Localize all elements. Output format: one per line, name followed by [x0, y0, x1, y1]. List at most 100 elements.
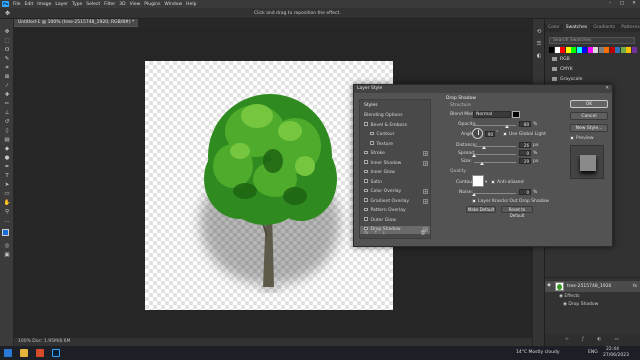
gradient-tool-icon[interactable]: ▤ [3, 137, 11, 144]
style-checkbox[interactable] [364, 160, 368, 164]
layer-effect-drop-shadow[interactable]: ◉ Drop Shadow [563, 302, 598, 307]
style-item[interactable]: Blending Options [360, 112, 430, 120]
eraser-tool-icon[interactable]: ◊ [3, 128, 11, 135]
size-slider-handle[interactable] [480, 162, 484, 165]
color-swatch[interactable] [604, 47, 609, 53]
document-tab[interactable]: Untitled-1 @ 100% (tree-2515748_1920, RG… [14, 19, 139, 27]
properties-panel-icon[interactable]: ☰ [535, 41, 543, 48]
color-swatch[interactable] [598, 47, 604, 53]
add-effect-icon[interactable]: + [423, 151, 428, 156]
color-swatch[interactable] [587, 47, 593, 53]
style-item[interactable]: Outer Glow [360, 217, 430, 225]
swatch-folder-grayscale[interactable]: Grayscale [547, 76, 637, 84]
style-checkbox[interactable] [364, 207, 368, 212]
close-icon[interactable]: ✕ [628, 0, 640, 8]
noise-field[interactable]: 0 [519, 189, 531, 195]
blend-mode-select[interactable]: Normal [473, 111, 511, 118]
style-item[interactable]: Color Overlay + [360, 188, 430, 196]
menu-edit[interactable]: Edit [25, 2, 34, 7]
style-item[interactable]: Contour [360, 131, 430, 139]
noise-slider-handle[interactable] [472, 193, 476, 196]
knockout-checkbox[interactable] [472, 199, 476, 203]
frame-tool-icon[interactable]: ⊠ [3, 74, 11, 81]
weather-text[interactable]: 14°C Mostly cloudy [516, 350, 560, 355]
color-swatch[interactable] [615, 47, 620, 53]
blur-tool-icon[interactable]: ◆ [3, 146, 11, 153]
add-effect-icon[interactable]: + [423, 198, 428, 204]
move-tool-icon[interactable]: ✥ [3, 29, 11, 36]
clock-date[interactable]: 27/06/2023 [603, 353, 629, 358]
style-checkbox[interactable] [364, 188, 368, 193]
color-swatch[interactable] [609, 47, 615, 53]
healing-tool-icon[interactable]: ✚ [3, 92, 11, 99]
move-tool-icon[interactable]: ✥ [5, 10, 10, 17]
color-swatch[interactable] [576, 47, 582, 53]
fx-menu-button[interactable]: fx [364, 231, 368, 236]
tab-patterns[interactable]: Patterns [618, 24, 640, 32]
brush-tool-icon[interactable]: ✏ [3, 101, 11, 108]
menu-view[interactable]: View [130, 2, 141, 7]
language-indicator[interactable]: ENG [588, 350, 598, 355]
minimize-icon[interactable]: – [604, 0, 616, 8]
distance-slider[interactable] [474, 146, 516, 147]
file-explorer-icon[interactable] [20, 349, 28, 357]
style-item[interactable]: Stroke + [360, 150, 430, 158]
swatch-folder-rgb[interactable]: RGB [547, 56, 637, 64]
spread-slider[interactable] [474, 154, 516, 155]
color-swatch[interactable] [554, 47, 560, 53]
start-icon[interactable] [4, 349, 12, 357]
angle-field[interactable]: 90 [485, 131, 495, 137]
menu-window[interactable]: Window [164, 2, 182, 7]
distance-slider-handle[interactable] [482, 146, 486, 149]
eye-icon[interactable]: ◉ [547, 283, 551, 288]
color-swatch[interactable] [631, 47, 637, 53]
crop-tool-icon[interactable]: ⌗ [3, 65, 11, 72]
size-field[interactable]: 29 [519, 158, 531, 164]
swatches-search-input[interactable]: Search Swatches [549, 37, 635, 44]
clock-time[interactable]: 22:44 [606, 347, 619, 352]
style-item[interactable]: Pattern Overlay [360, 207, 430, 215]
opacity-field[interactable]: 80 [519, 121, 531, 127]
history-panel-icon[interactable]: ⟲ [535, 29, 543, 36]
color-swatch[interactable] [626, 47, 631, 53]
swatch-folder-cmyk[interactable]: CMYK [547, 66, 637, 74]
screen-mode-icon[interactable]: ▣ [3, 252, 11, 259]
history-brush-tool-icon[interactable]: ↺ [3, 119, 11, 126]
tab-swatches[interactable]: Swatches [562, 24, 591, 32]
style-checkbox[interactable] [364, 179, 368, 183]
tab-gradients[interactable]: Gradients [590, 24, 618, 32]
close-icon[interactable]: ✕ [605, 85, 609, 93]
opacity-slider[interactable] [474, 125, 516, 126]
shadow-color-swatch[interactable] [512, 111, 520, 118]
style-checkbox[interactable] [364, 226, 368, 231]
preview-checkbox[interactable] [570, 136, 574, 140]
pen-tool-icon[interactable]: ✒ [3, 164, 11, 171]
layer-row[interactable]: ◉ tree-2515748_1920 fx [545, 281, 640, 292]
more-tools-icon[interactable]: … [3, 218, 11, 225]
lasso-tool-icon[interactable]: ʘ [3, 47, 11, 54]
distance-field[interactable]: 26 [519, 142, 531, 148]
move-up-icon[interactable]: ⇡ [374, 231, 378, 236]
add-effect-icon[interactable]: + [423, 160, 428, 166]
color-swatch[interactable] [549, 47, 554, 53]
path-select-tool-icon[interactable]: ➤ [3, 182, 11, 189]
cancel-button[interactable]: Cancel [570, 112, 608, 120]
style-checkbox[interactable] [364, 150, 368, 155]
style-checkbox[interactable] [370, 141, 374, 145]
quick-mask-icon[interactable]: ◎ [3, 243, 11, 250]
add-effect-icon[interactable]: + [423, 189, 428, 194]
style-checkbox[interactable] [364, 122, 368, 126]
menu-filter[interactable]: Filter [104, 2, 115, 7]
color-swatch[interactable] [560, 47, 565, 53]
anti-aliased-checkbox[interactable] [491, 180, 495, 184]
contour-picker[interactable] [472, 175, 484, 187]
stamp-tool-icon[interactable]: ⊥ [3, 110, 11, 117]
color-swatch[interactable] [593, 47, 598, 53]
menu-layer[interactable]: Layer [55, 2, 68, 7]
move-down-icon[interactable]: ⇣ [382, 231, 386, 236]
color-swatch[interactable] [571, 47, 576, 53]
styles-header[interactable]: Styles [360, 102, 430, 110]
menu-type[interactable]: Type [72, 2, 82, 7]
foreground-color-swatch[interactable] [2, 229, 9, 236]
photoshop-taskbar-icon[interactable] [52, 349, 60, 357]
